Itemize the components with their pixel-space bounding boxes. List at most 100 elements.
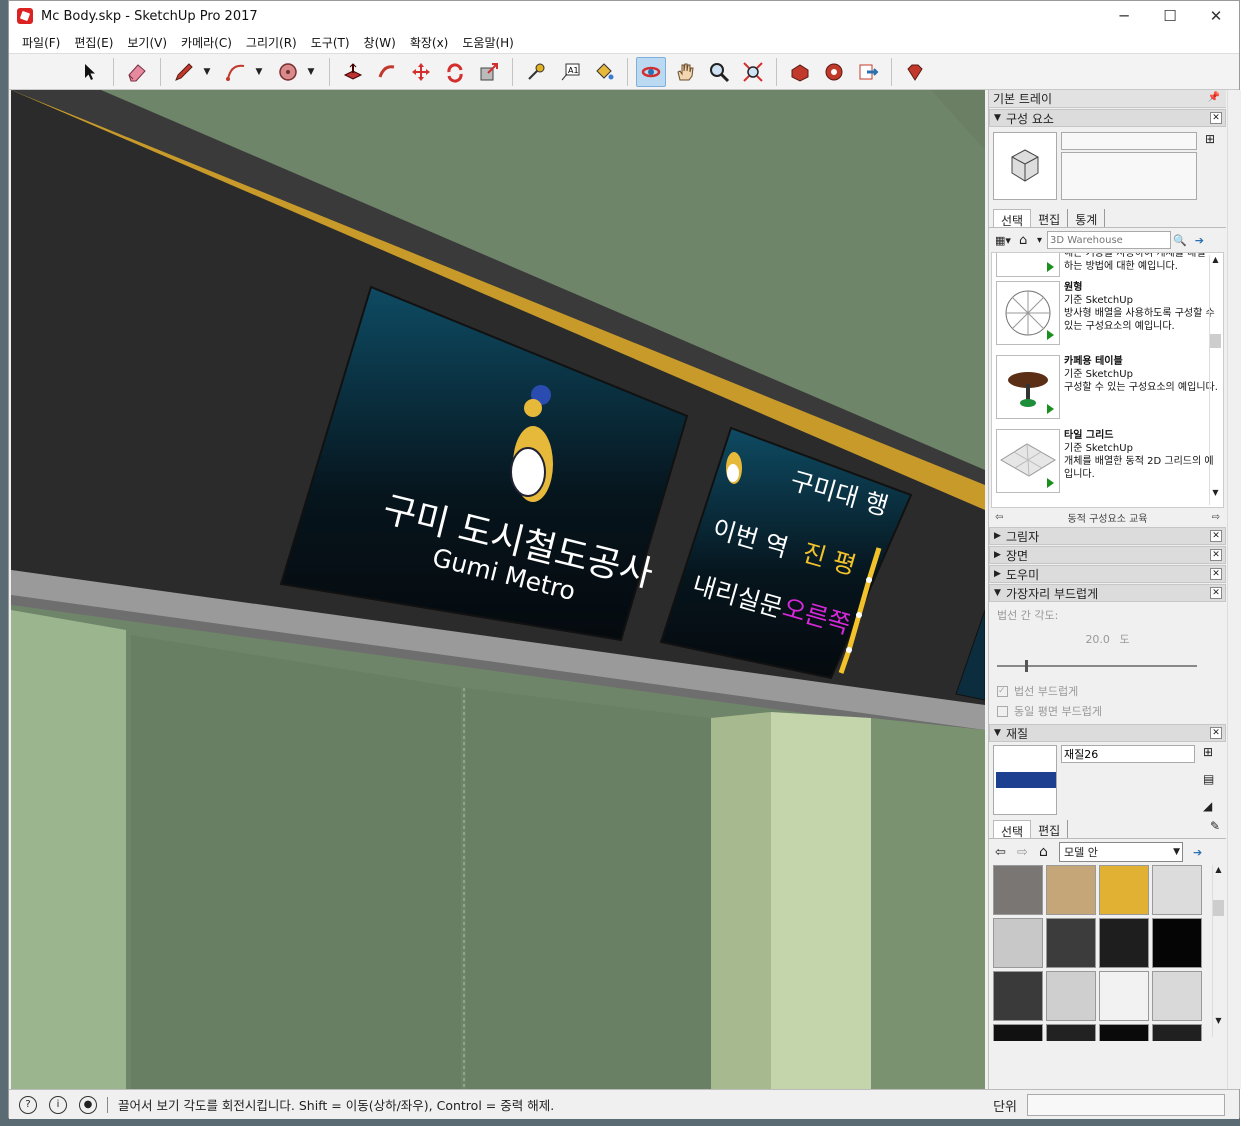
share-model-icon[interactable] [853, 57, 883, 87]
measurements-input[interactable] [1027, 1094, 1225, 1116]
panel-close-icon[interactable]: ✕ [1210, 112, 1222, 124]
home-icon[interactable]: ⌂ [1039, 844, 1059, 860]
soften-coplanar-checkbox[interactable] [997, 705, 1008, 717]
paint-bucket-tool-icon[interactable] [589, 57, 619, 87]
component-list-scrollbar[interactable]: ▲ ▼ [1209, 255, 1221, 505]
info-icon[interactable]: i [49, 1095, 67, 1114]
scroll-thumb[interactable] [1213, 900, 1224, 916]
forward-arrow-icon[interactable]: ⇨ [1017, 845, 1039, 860]
tab-select[interactable]: 선택 [993, 820, 1032, 839]
material-swatch[interactable] [1046, 865, 1096, 915]
follow-me-tool-icon[interactable] [372, 57, 402, 87]
component-description-field[interactable] [1061, 152, 1197, 200]
material-swatch[interactable] [1099, 918, 1149, 968]
panel-close-icon[interactable]: ✕ [1210, 568, 1222, 580]
view-options-icon[interactable]: ▦▾ [995, 234, 1019, 247]
component-name-field[interactable] [1061, 132, 1197, 150]
scroll-down-icon[interactable]: ▼ [1213, 1016, 1224, 1025]
menu-window[interactable]: 창(W) [357, 34, 403, 51]
arc-tool-icon[interactable] [221, 57, 251, 87]
menu-extensions[interactable]: 확장(x) [403, 34, 456, 51]
list-item[interactable]: 원형 기준 SketchUp 방사형 배열을 사용하도록 구성할 수 있는 구성… [996, 281, 1219, 353]
warehouse-search-input[interactable] [1047, 231, 1171, 249]
panel-close-icon[interactable]: ✕ [1210, 530, 1222, 542]
eraser-tool-icon[interactable] [122, 57, 152, 87]
material-swatch[interactable] [993, 865, 1043, 915]
rotate-tool-icon[interactable] [440, 57, 470, 87]
list-item[interactable]: 카페용 테이블 기준 SketchUp 구성할 수 있는 구성요소의 예입니다. [996, 355, 1219, 427]
material-library-dropdown[interactable]: 모델 안 ▼ [1059, 842, 1183, 862]
instructor-panel-header[interactable]: ▶ 도우미 ✕ [989, 565, 1226, 583]
panel-close-icon[interactable]: ✕ [1210, 727, 1222, 739]
maximize-button[interactable]: ☐ [1147, 1, 1193, 31]
list-item[interactable]: 해는 기능을 사용하여 개체를 배열 하는 방법에 대한 예입니다. [996, 253, 1219, 279]
components-panel-header[interactable]: ▼ 구성 요소 ✕ [989, 109, 1226, 127]
material-swatch[interactable] [1046, 971, 1096, 1021]
menu-view[interactable]: 보기(V) [120, 34, 174, 51]
menu-camera[interactable]: 카메라(C) [174, 34, 239, 51]
close-button[interactable]: ✕ [1193, 1, 1239, 31]
next-arrow-icon[interactable]: ⇨ [1212, 512, 1220, 523]
material-swatch[interactable] [1046, 1024, 1096, 1041]
prev-arrow-icon[interactable]: ⇦ [995, 512, 1003, 523]
material-swatch[interactable] [1152, 1024, 1202, 1041]
ruby-console-icon[interactable] [900, 57, 930, 87]
shapes-tool-icon[interactable] [273, 57, 303, 87]
details-arrow-icon[interactable]: ➔ [1193, 846, 1202, 859]
scroll-up-icon[interactable]: ▲ [1213, 865, 1224, 874]
tray-scrollbar[interactable] [1227, 90, 1241, 1089]
material-swatch[interactable] [993, 918, 1043, 968]
scale-tool-icon[interactable] [474, 57, 504, 87]
arc-dropdown-icon[interactable]: ▼ [253, 57, 265, 87]
text-tool-icon[interactable]: A1 [555, 57, 585, 87]
shapes-dropdown-icon[interactable]: ▼ [305, 57, 317, 87]
material-swatch[interactable] [1152, 865, 1202, 915]
tape-measure-tool-icon[interactable] [521, 57, 551, 87]
list-item[interactable]: 타일 그리드 기준 SketchUp 개체를 배열한 동적 2D 그리드의 예입… [996, 429, 1219, 501]
geo-location-icon[interactable]: ? [19, 1095, 37, 1114]
home-icon[interactable]: ⌂ [1019, 233, 1037, 248]
select-tool-icon[interactable] [75, 57, 105, 87]
panel-close-icon[interactable]: ✕ [1210, 587, 1222, 599]
back-arrow-icon[interactable]: ⇦ [995, 845, 1017, 860]
default-material-icon[interactable]: ◢ [1203, 799, 1214, 813]
materials-panel-header[interactable]: ▼ 재질 ✕ [989, 724, 1226, 742]
zoom-tool-icon[interactable] [704, 57, 734, 87]
eyedropper-icon[interactable]: ✎ [1210, 819, 1220, 833]
material-swatch[interactable] [1099, 865, 1149, 915]
pan-tool-icon[interactable] [670, 57, 700, 87]
material-swatch[interactable] [1152, 918, 1202, 968]
scroll-thumb[interactable] [1210, 334, 1221, 348]
menu-tools[interactable]: 도구(T) [304, 34, 357, 51]
move-tool-icon[interactable] [406, 57, 436, 87]
3d-warehouse-icon[interactable] [785, 57, 815, 87]
pencil-tool-icon[interactable] [169, 57, 199, 87]
nav-dropdown-icon[interactable]: ▾ [1037, 235, 1047, 246]
slider-handle[interactable] [1025, 660, 1028, 672]
tab-edit[interactable]: 편집 [1031, 820, 1069, 838]
tab-edit[interactable]: 편집 [1031, 209, 1069, 227]
material-list-scrollbar[interactable]: ▲ ▼ [1212, 865, 1224, 1037]
pencil-dropdown-icon[interactable]: ▼ [201, 57, 213, 87]
scroll-down-icon[interactable]: ▼ [1210, 488, 1221, 497]
create-material-icon[interactable]: ⊞ [1203, 745, 1214, 759]
soften-edges-panel-header[interactable]: ▼ 가장자리 부드럽게 ✕ [989, 584, 1226, 602]
dynamic-components-training-link[interactable]: 동적 구성요소 교육 [1068, 510, 1148, 525]
component-add-icon[interactable]: ⊞ [1205, 132, 1215, 202]
orbit-tool-icon[interactable] [636, 56, 666, 87]
material-swatch[interactable] [1099, 1024, 1149, 1041]
material-swatch[interactable] [993, 1024, 1043, 1041]
3d-viewport[interactable]: 구미 도시철도공사 Gumi Metro 구미대 행 이번 역 진 평 내리실문… [11, 90, 985, 1089]
angle-slider[interactable] [997, 660, 1218, 672]
smooth-normals-checkbox[interactable]: ✓ [997, 685, 1008, 697]
material-swatch[interactable] [1152, 971, 1202, 1021]
material-swatch[interactable] [1046, 918, 1096, 968]
minimize-button[interactable]: ─ [1101, 1, 1147, 31]
panel-close-icon[interactable]: ✕ [1210, 549, 1222, 561]
menu-help[interactable]: 도움말(H) [455, 34, 521, 51]
details-arrow-icon[interactable]: ➔ [1195, 234, 1204, 247]
push-pull-tool-icon[interactable] [338, 57, 368, 87]
model-scene[interactable]: 구미 도시철도공사 Gumi Metro 구미대 행 이번 역 진 평 내리실문… [11, 90, 985, 1089]
scenes-panel-header[interactable]: ▶ 장면 ✕ [989, 546, 1226, 564]
tab-statistics[interactable]: 통계 [1068, 209, 1106, 227]
